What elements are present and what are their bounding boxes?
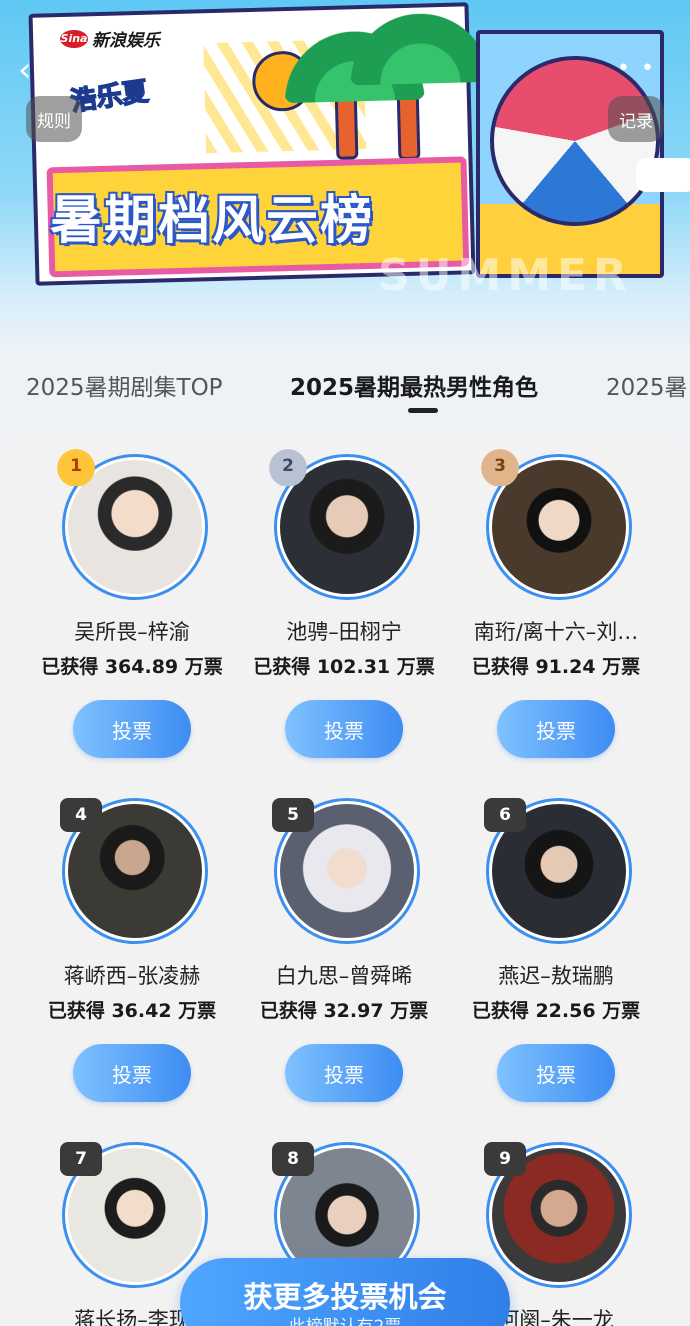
- more-votes-button[interactable]: 获更多投票机会 此榜默认有2票: [180, 1258, 510, 1326]
- vote-count: 已获得 102.31 万票: [253, 656, 435, 678]
- vote-button[interactable]: 投票: [73, 1044, 191, 1102]
- header-banner: Sina 新浪娱乐 浩乐夏 暑期档风云榜 SUMMER ‹ • • 规则 记录: [0, 0, 690, 350]
- tab-drama-top[interactable]: 2025暑期剧集TOP: [26, 368, 223, 402]
- candidate-name: 白九思–曾舜晞: [275, 964, 413, 988]
- tab-next[interactable]: 2025暑: [606, 368, 688, 402]
- sina-logo-icon: Sina: [60, 29, 88, 48]
- summer-watermark: SUMMER: [378, 250, 633, 301]
- brand-logo: Sina 新浪娱乐: [60, 26, 160, 51]
- vote-button[interactable]: 投票: [285, 700, 403, 758]
- category-tabs: 2025暑期剧集TOP 2025暑期最热男性角色 2025暑: [0, 360, 690, 420]
- rank-badge: 5: [272, 798, 314, 832]
- side-tab-decoration: [636, 158, 690, 192]
- more-dots-icon[interactable]: • •: [617, 56, 656, 81]
- rules-button[interactable]: 规则: [26, 96, 82, 142]
- rank-badge-crown-icon: 3: [478, 446, 522, 486]
- rank-badge: 8: [272, 1142, 314, 1176]
- cta-subtitle: 此榜默认有2票: [180, 1312, 510, 1326]
- candidate-name: 吴所畏–梓渝: [74, 620, 190, 644]
- vote-count: 已获得 32.97 万票: [259, 1000, 429, 1022]
- palm-leaves-right: [348, 11, 491, 86]
- vote-button[interactable]: 投票: [285, 1044, 403, 1102]
- vote-count: 已获得 36.42 万票: [47, 1000, 217, 1022]
- vote-button[interactable]: 投票: [497, 700, 615, 758]
- rank-badge-crown-icon: 2: [266, 446, 310, 486]
- rank-badge: 4: [60, 798, 102, 832]
- cta-title: 获更多投票机会: [243, 1280, 447, 1314]
- back-arrow-icon[interactable]: ‹: [18, 50, 32, 90]
- vote-button[interactable]: 投票: [497, 1044, 615, 1102]
- rank-badge: 7: [60, 1142, 102, 1176]
- rank-badge-crown-icon: 1: [54, 446, 98, 486]
- tab-hottest-male-role[interactable]: 2025暑期最热男性角色: [290, 368, 538, 402]
- candidate-name: 燕迟–敖瑞鹏: [498, 964, 614, 988]
- record-button[interactable]: 记录: [608, 96, 664, 142]
- rank-badge: 9: [484, 1142, 526, 1176]
- ranking-list: 1 吴所畏–梓渝 已获得 364.89 万票 投票 2 池骋–田栩宁 已获得 1…: [2, 432, 688, 1326]
- rank-badge: 6: [484, 798, 526, 832]
- brand-name: 新浪娱乐: [92, 31, 160, 51]
- vote-count: 已获得 364.89 万票: [41, 656, 223, 678]
- tab-indicator: [408, 408, 438, 413]
- vote-count: 已获得 22.56 万票: [471, 1000, 641, 1022]
- candidate-name: 池骋–田栩宁: [286, 620, 402, 644]
- candidate-name: 蒋峤西–张凌赫: [63, 964, 201, 988]
- vote-button[interactable]: 投票: [73, 700, 191, 758]
- vote-count: 已获得 91.24 万票: [471, 656, 641, 678]
- page-title: 暑期档风云榜: [50, 191, 375, 251]
- candidate-name: 南珩/离十六–刘…: [473, 620, 639, 644]
